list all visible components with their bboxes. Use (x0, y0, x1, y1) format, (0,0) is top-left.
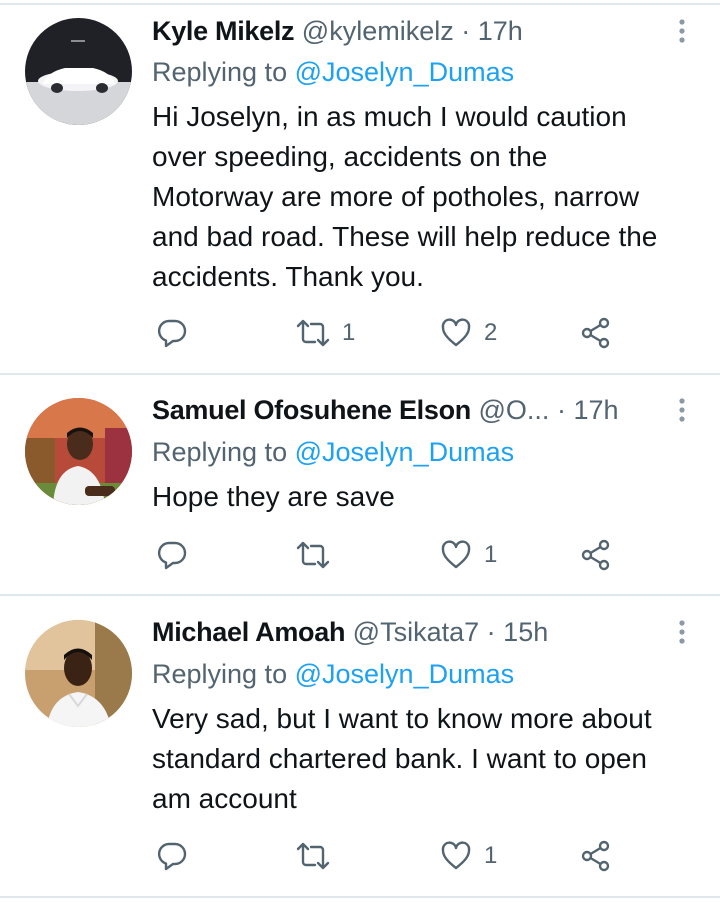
timestamp[interactable]: 17h (478, 16, 523, 46)
avatar[interactable] (25, 398, 132, 505)
user-handle[interactable]: @Tsikata7 (353, 617, 479, 647)
share-button[interactable] (580, 315, 612, 351)
tweet-samuel-ofosuhene-elson[interactable]: Samuel Ofosuhene Elson @O... · 17h Reply… (0, 375, 720, 593)
action-bar: 1 (0, 537, 720, 573)
share-icon (581, 840, 610, 872)
separator-dot: · (486, 617, 496, 647)
like-count: 1 (484, 842, 498, 869)
tweet-text-line: standard chartered bank. I want to open (152, 743, 647, 774)
replying-prefix: Replying to (152, 659, 288, 689)
action-bar: 1 2 (0, 315, 720, 351)
tweet-text-line: am account (152, 783, 297, 814)
reply-icon (157, 541, 187, 570)
tweet-text-line: and bad road. These will help reduce the (152, 221, 658, 252)
user-handle[interactable]: @O... (479, 395, 550, 425)
reply-button[interactable] (156, 838, 188, 874)
replying-prefix: Replying to (152, 57, 288, 87)
retweet-button[interactable] (296, 537, 342, 573)
tweet-text-line: over speeding, accidents on the (152, 141, 548, 172)
retweet-icon (296, 842, 330, 870)
tweet-text-line: Motorway are more of potholes, narrow (152, 181, 640, 212)
reply-button[interactable] (156, 537, 188, 573)
like-icon (441, 540, 471, 569)
tweet-header: Samuel Ofosuhene Elson @O... · 17h (152, 393, 619, 427)
tweet-text: Hi Joselyn, in as much I would caution o… (152, 97, 702, 297)
tweet-text-line: Hi Joselyn, in as much I would caution (152, 101, 627, 132)
share-icon (581, 539, 610, 571)
more-vertical-icon[interactable] (672, 14, 692, 48)
tweet-michael-amoah[interactable]: Michael Amoah @Tsikata7 · 15h Replying t… (0, 596, 720, 896)
retweet-icon (296, 541, 330, 569)
avatar[interactable] (25, 18, 132, 125)
like-button[interactable]: 2 (440, 315, 497, 351)
separator-dot: · (461, 16, 471, 46)
mention-link[interactable]: @Joselyn_Dumas (295, 437, 515, 467)
like-count: 1 (484, 541, 498, 568)
replying-to: Replying to @Joselyn_Dumas (152, 55, 514, 89)
like-count: 2 (484, 319, 498, 346)
display-name[interactable]: Samuel Ofosuhene Elson (152, 395, 471, 425)
tweet-header: Michael Amoah @Tsikata7 · 15h (152, 615, 548, 649)
reply-icon (157, 319, 187, 348)
replying-to: Replying to @Joselyn_Dumas (152, 657, 514, 691)
replying-prefix: Replying to (152, 437, 288, 467)
display-name[interactable]: Kyle Mikelz (152, 16, 295, 46)
tweet-text: Hope they are save (152, 477, 702, 517)
replying-to: Replying to @Joselyn_Dumas (152, 435, 514, 469)
tweet-text-line: Hope they are save (152, 481, 395, 512)
tweet-header: Kyle Mikelz @kylemikelz · 17h (152, 14, 523, 48)
display-name[interactable]: Michael Amoah (152, 617, 345, 647)
like-icon (441, 841, 471, 870)
avatar[interactable] (25, 620, 132, 727)
timestamp[interactable]: 17h (573, 395, 618, 425)
reply-button[interactable] (156, 315, 188, 351)
like-icon (441, 318, 471, 347)
reply-icon (157, 842, 187, 871)
like-button[interactable]: 1 (440, 537, 497, 573)
action-bar: 1 (0, 838, 720, 874)
separator-dot: · (556, 395, 566, 425)
tweet-text: Very sad, but I want to know more about … (152, 699, 702, 819)
reply-timeline: Kyle Mikelz @kylemikelz · 17h Replying t… (0, 0, 720, 902)
like-button[interactable]: 1 (440, 838, 497, 874)
more-vertical-icon[interactable] (672, 615, 692, 649)
retweet-count: 1 (342, 319, 356, 346)
bottom-divider (0, 896, 720, 898)
retweet-icon (296, 319, 330, 347)
retweet-button[interactable] (296, 838, 342, 874)
mention-link[interactable]: @Joselyn_Dumas (295, 659, 515, 689)
more-vertical-icon[interactable] (672, 393, 692, 427)
timestamp[interactable]: 15h (503, 617, 548, 647)
tweet-text-line: Very sad, but I want to know more about (152, 703, 652, 734)
share-icon (581, 317, 610, 349)
share-button[interactable] (580, 838, 612, 874)
tweet-text-line: accidents. Thank you. (152, 261, 424, 292)
mention-link[interactable]: @Joselyn_Dumas (295, 57, 515, 87)
tweet-kyle-mikelz[interactable]: Kyle Mikelz @kylemikelz · 17h Replying t… (0, 0, 720, 372)
share-button[interactable] (580, 537, 612, 573)
user-handle[interactable]: @kylemikelz (302, 16, 454, 46)
retweet-button[interactable]: 1 (296, 315, 355, 351)
